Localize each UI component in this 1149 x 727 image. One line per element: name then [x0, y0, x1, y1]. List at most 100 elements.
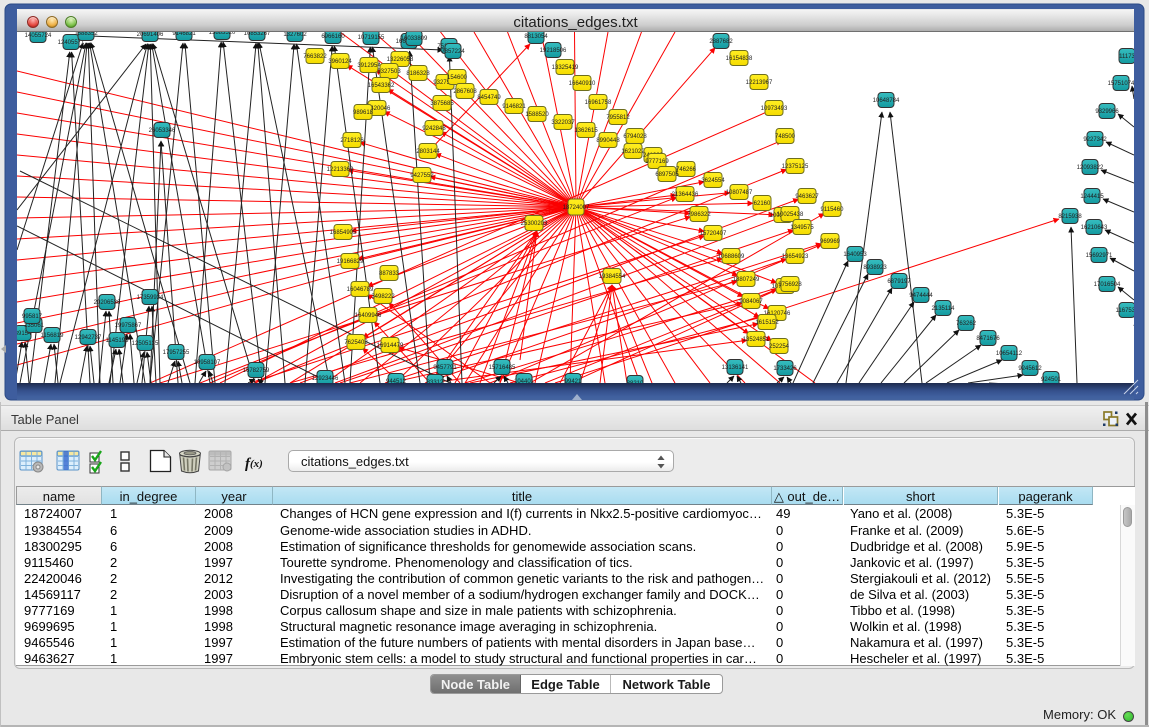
- svg-text:3322037: 3322037: [551, 120, 575, 126]
- svg-text:12942737: 12942737: [75, 335, 102, 341]
- svg-text:16854905: 16854905: [330, 230, 357, 236]
- svg-text:3624554: 3624554: [701, 178, 725, 184]
- svg-text:8215938: 8215938: [1058, 214, 1082, 220]
- svg-text:1362615: 1362615: [574, 128, 598, 134]
- svg-text:1349575: 1349575: [790, 225, 814, 231]
- svg-text:8186328: 8186328: [406, 71, 430, 77]
- svg-text:13524851: 13524851: [743, 337, 770, 343]
- svg-text:16961758: 16961758: [585, 100, 612, 106]
- svg-text:9756928: 9756928: [778, 282, 802, 288]
- svg-text:9327503: 9327503: [377, 69, 401, 75]
- svg-text:16640910: 16640910: [569, 81, 596, 87]
- svg-text:8454749: 8454749: [477, 95, 501, 101]
- svg-text:10648784: 10648784: [873, 98, 900, 104]
- svg-text:19975867: 19975867: [115, 323, 142, 329]
- svg-text:3875685: 3875685: [430, 101, 454, 107]
- svg-text:15692971: 15692971: [1086, 253, 1113, 259]
- svg-text:7857224: 7857224: [441, 49, 465, 55]
- svg-text:1640953: 1640953: [843, 252, 867, 258]
- svg-text:17359924: 17359924: [137, 295, 164, 301]
- svg-text:16154838: 16154838: [726, 56, 753, 62]
- svg-text:9329966: 9329966: [1095, 109, 1119, 115]
- svg-text:9457791: 9457791: [433, 365, 457, 371]
- svg-text:8813054: 8813054: [524, 34, 548, 40]
- svg-text:8990448: 8990448: [596, 138, 620, 144]
- svg-text:6897505: 6897505: [655, 172, 679, 178]
- svg-text:763262: 763262: [956, 321, 977, 327]
- svg-text:2718126: 2718126: [340, 138, 364, 144]
- svg-text:15751074: 15751074: [1108, 81, 1135, 87]
- svg-text:7955812: 7955812: [606, 115, 630, 121]
- svg-text:9227342: 9227342: [1083, 137, 1107, 143]
- svg-text:12505135: 12505135: [132, 341, 159, 347]
- svg-text:1145193: 1145193: [106, 338, 130, 344]
- svg-text:9242848: 9242848: [422, 126, 446, 132]
- svg-text:18724007: 18724007: [563, 205, 590, 211]
- svg-text:16033809: 16033809: [401, 36, 428, 42]
- svg-text:1615152: 1615152: [755, 320, 779, 326]
- svg-text:7986322: 7986322: [687, 212, 711, 218]
- svg-text:15716485: 15716485: [489, 365, 516, 371]
- svg-text:9146821: 9146821: [502, 104, 526, 110]
- svg-text:7663822: 7663822: [303, 54, 327, 60]
- svg-text:9427552: 9427552: [410, 173, 434, 179]
- svg-text:9777169: 9777169: [645, 159, 669, 165]
- svg-text:2135114: 2135114: [932, 306, 956, 312]
- svg-text:16914479: 16914479: [377, 343, 404, 349]
- svg-text:10654112: 10654112: [996, 351, 1023, 357]
- svg-text:18807249: 18807249: [733, 277, 760, 283]
- svg-text:2887682: 2887682: [709, 39, 733, 45]
- svg-text:1621022: 1621022: [621, 149, 645, 155]
- svg-text:19218506: 19218506: [540, 48, 567, 54]
- svg-text:8938923: 8938923: [863, 265, 887, 271]
- svg-text:10688609: 10688609: [718, 254, 745, 260]
- svg-text:17957255: 17957255: [163, 350, 190, 356]
- svg-text:10807487: 10807487: [726, 190, 753, 196]
- svg-text:1327602: 1327602: [283, 32, 307, 38]
- svg-text:12213369: 12213369: [327, 167, 354, 173]
- svg-text:16543362: 16543362: [368, 83, 395, 89]
- svg-text:16046789: 16046789: [347, 287, 374, 293]
- svg-text:26053346: 26053346: [149, 128, 176, 134]
- svg-text:16409946: 16409946: [355, 313, 382, 319]
- svg-text:8471676: 8471676: [976, 336, 1000, 342]
- svg-text:20691406: 20691406: [137, 32, 164, 38]
- svg-text:746266: 746266: [676, 167, 697, 173]
- svg-text:16210643: 16210643: [1081, 225, 1108, 231]
- svg-text:20206536: 20206536: [94, 300, 121, 306]
- svg-text:154600: 154600: [447, 75, 468, 81]
- svg-text:13226058: 13226058: [387, 57, 414, 63]
- svg-text:995817: 995817: [22, 314, 43, 320]
- svg-text:1244415: 1244415: [1080, 194, 1104, 200]
- svg-text:17016504: 17016504: [1094, 282, 1121, 288]
- svg-text:3960124: 3960124: [328, 59, 352, 65]
- svg-text:1733426: 1733426: [773, 366, 797, 372]
- svg-text:16782759: 16782759: [243, 368, 270, 374]
- svg-text:10973493: 10973493: [761, 106, 788, 112]
- svg-text:748500: 748500: [775, 134, 796, 140]
- svg-text:19384554: 19384554: [599, 274, 626, 280]
- svg-text:12375125: 12375125: [782, 164, 809, 170]
- svg-text:252254: 252254: [769, 344, 790, 350]
- svg-text:11173: 11173: [1119, 54, 1135, 60]
- svg-text:19166829: 19166829: [337, 259, 364, 265]
- svg-text:9474444: 9474444: [909, 293, 933, 299]
- svg-text:1167533: 1167533: [1116, 308, 1140, 314]
- svg-text:13654923: 13654923: [782, 254, 809, 260]
- svg-text:10719155: 10719155: [358, 35, 385, 41]
- svg-text:6879197: 6879197: [887, 279, 911, 285]
- svg-text:25300203: 25300203: [521, 221, 548, 227]
- svg-text:15720407: 15720407: [700, 231, 727, 237]
- svg-text:13136141: 13136141: [722, 365, 749, 371]
- svg-text:1588520: 1588520: [525, 112, 549, 118]
- svg-text:62160: 62160: [754, 201, 771, 207]
- svg-text:(x): (x): [250, 458, 263, 470]
- svg-text:12213967: 12213967: [746, 80, 773, 86]
- svg-text:12923446: 12923446: [312, 376, 339, 382]
- svg-text:10025438: 10025438: [777, 212, 804, 218]
- svg-text:969969: 969969: [820, 239, 841, 245]
- svg-text:1156819: 1156819: [41, 333, 65, 339]
- svg-text:14055724: 14055724: [25, 33, 52, 39]
- svg-text:3498222: 3498222: [371, 294, 395, 300]
- svg-text:9115460: 9115460: [821, 207, 845, 213]
